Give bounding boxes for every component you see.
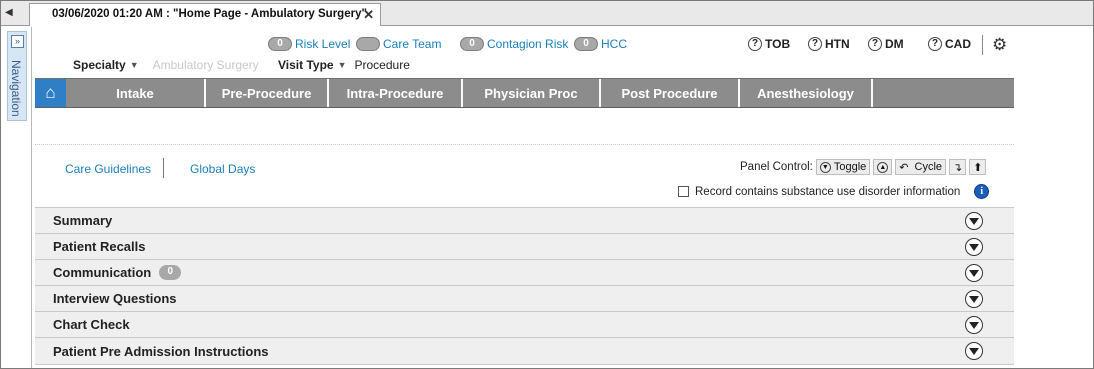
component-summary[interactable]: Summary (35, 207, 1014, 233)
visit-type-label: Visit Type (278, 58, 334, 72)
move-up-button[interactable]: ⬆ (969, 159, 987, 175)
visit-type-value: Procedure (354, 58, 410, 72)
document-tab-title: 03/06/2020 01:20 AM : "Home Page - Ambul… (52, 8, 367, 20)
tab-post-procedure[interactable]: Post Procedure (601, 79, 740, 107)
chevron-down-icon[interactable] (965, 342, 983, 360)
component-patient-pre-admission-instructions[interactable]: Patient Pre Admission Instructions (35, 337, 1014, 365)
navigation-label[interactable]: Navigation (9, 60, 23, 117)
gear-icon[interactable]: ⚙ (992, 35, 1007, 55)
hcc-link[interactable]: HCC (601, 37, 627, 51)
close-icon[interactable]: ✕ (363, 7, 374, 23)
return-arrow-icon: ↴ (953, 161, 963, 174)
component-label: Chart Check (53, 317, 130, 332)
component-label: Patient Pre Admission Instructions (53, 343, 269, 359)
chevron-down-icon[interactable] (965, 316, 983, 334)
tab-scroll-left-icon[interactable]: ◀ (5, 7, 13, 18)
component-label: Communication (53, 265, 152, 280)
component-label: Interview Questions (53, 291, 177, 306)
document-tab[interactable]: 03/06/2020 01:20 AM : "Home Page - Ambul… (29, 3, 381, 26)
caret-down-icon[interactable]: ▼ (130, 60, 139, 70)
risk-level-link[interactable]: Risk Level (295, 37, 350, 51)
cycle-label: Cycle (914, 161, 943, 173)
home-icon[interactable]: ⌂ (35, 79, 66, 107)
component-patient-recalls[interactable]: Patient Recalls (35, 233, 1014, 259)
component-label: Summary (53, 213, 113, 228)
app-window: ◀ 03/06/2020 01:20 AM : "Home Page - Amb… (0, 0, 1094, 369)
global-days-link[interactable]: Global Days (190, 162, 255, 176)
contagion-risk-flag[interactable]: 0 Contagion Risk (460, 37, 568, 51)
divider (35, 144, 1014, 145)
risk-level-count: 0 (268, 37, 292, 51)
care-team-link[interactable]: Care Team (383, 37, 441, 51)
question-icon: ? (748, 37, 762, 51)
arrow-up-icon: ⬆ (973, 161, 983, 174)
tab-pre-procedure[interactable]: Pre-Procedure (206, 79, 329, 107)
expand-navigation-icon[interactable]: » (11, 35, 24, 48)
chevron-down-icon[interactable] (965, 238, 983, 256)
visit-type-selector[interactable]: Visit Type ▼ Procedure (278, 58, 410, 72)
panel-control: Panel Control: ▼ Toggle ▲ ↶ Cycle ↴ ⬆ (740, 159, 987, 175)
panel-control-label: Panel Control: (740, 161, 813, 173)
htn-label: HTN (825, 37, 850, 51)
toggle-button[interactable]: ▼ Toggle (815, 159, 871, 175)
chevron-down-icon[interactable] (965, 264, 983, 282)
risk-level-flag[interactable]: 0 Risk Level (268, 37, 350, 51)
caret-down-icon[interactable]: ▼ (338, 60, 347, 70)
substance-use-row: Record contains substance use disorder i… (678, 184, 990, 199)
chevron-down-icon[interactable] (965, 290, 983, 308)
substance-use-label: Record contains substance use disorder i… (695, 185, 961, 198)
tab-intake[interactable]: Intake (66, 79, 206, 107)
specialty-value: Ambulatory Surgery (152, 58, 259, 72)
chevron-down-icon[interactable] (965, 212, 983, 230)
chevron-up-icon: ▲ (877, 161, 889, 173)
hcc-count: 0 (574, 37, 598, 51)
care-team-flag[interactable]: Care Team (356, 37, 441, 51)
component-list: Summary Patient Recalls Communication 0 … (35, 207, 1014, 365)
undo-arrow-icon: ↶ (899, 161, 909, 174)
divider (982, 35, 983, 55)
tab-anesthesiology[interactable]: Anesthesiology (740, 79, 873, 107)
tab-strip: ◀ 03/06/2020 01:20 AM : "Home Page - Amb… (1, 1, 1093, 26)
component-label: Patient Recalls (53, 239, 146, 254)
dm-flag[interactable]: ? DM (868, 37, 904, 51)
dm-label: DM (885, 37, 904, 51)
component-interview-questions[interactable]: Interview Questions (35, 285, 1014, 311)
hcc-flag[interactable]: 0 HCC (574, 37, 627, 51)
navigation-panel[interactable]: » Navigation (7, 31, 27, 121)
tob-flag[interactable]: ? TOB (748, 37, 790, 51)
contagion-risk-link[interactable]: Contagion Risk (487, 37, 568, 51)
substance-use-checkbox[interactable] (678, 186, 689, 197)
question-icon: ? (808, 37, 822, 51)
toggle-label: Toggle (833, 161, 867, 173)
main-content: 0 Risk Level Care Team 0 Contagion Risk … (31, 27, 1093, 368)
specialty-label: Specialty (73, 58, 126, 72)
component-chart-check[interactable]: Chart Check (35, 311, 1014, 337)
care-guidelines-link[interactable]: Care Guidelines (65, 162, 151, 176)
info-icon[interactable]: i (974, 184, 990, 199)
care-team-count (356, 37, 380, 51)
component-communication[interactable]: Communication 0 (35, 259, 1014, 285)
cad-flag[interactable]: ? CAD (928, 37, 971, 51)
divider (163, 158, 164, 178)
communication-count-badge: 0 (159, 265, 182, 280)
contagion-risk-count: 0 (460, 37, 484, 51)
htn-flag[interactable]: ? HTN (808, 37, 850, 51)
specialty-selector[interactable]: Specialty ▼ Ambulatory Surgery (73, 58, 259, 72)
chevron-down-icon: ▼ (819, 161, 831, 173)
tab-physician-proc[interactable]: Physician Proc (463, 79, 601, 107)
cycle-button[interactable]: ↶ Cycle (895, 159, 947, 175)
tob-label: TOB (765, 37, 791, 51)
move-down-button[interactable]: ↴ (949, 159, 967, 175)
collapse-all-button[interactable]: ▲ (873, 159, 893, 175)
question-icon: ? (928, 37, 942, 51)
workflow-tabs: ⌂ Intake Pre-Procedure Intra-Procedure P… (35, 78, 1014, 108)
question-icon: ? (868, 37, 882, 51)
tab-intra-procedure[interactable]: Intra-Procedure (329, 79, 463, 107)
cad-label: CAD (945, 37, 971, 51)
